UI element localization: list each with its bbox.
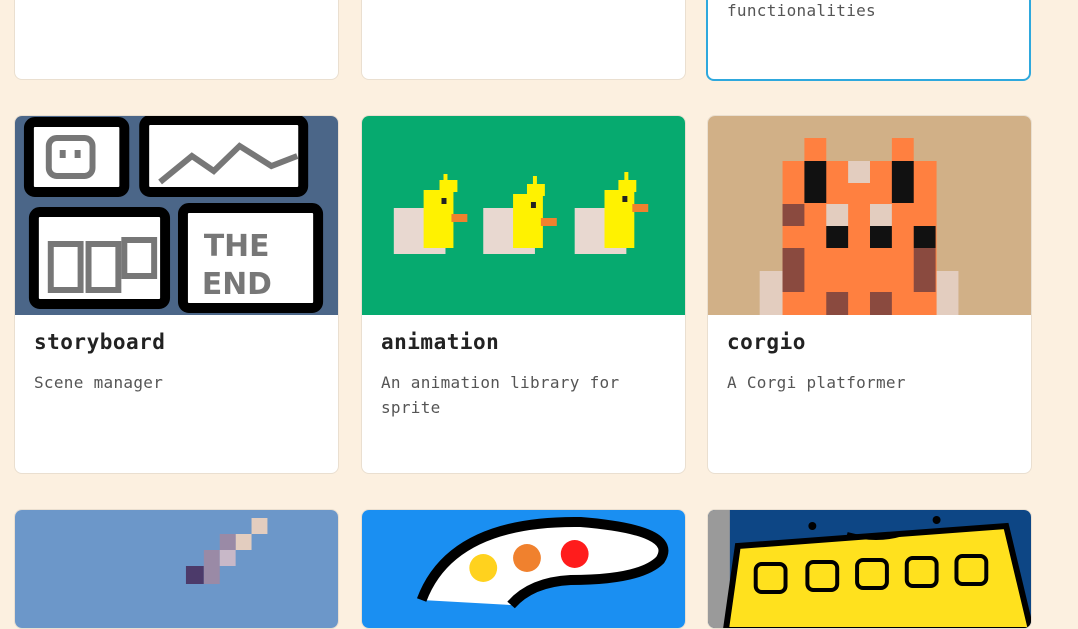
keyboard-thumbnail — [708, 510, 1031, 628]
svg-text:THE: THE — [204, 229, 270, 264]
project-title[interactable]: animation — [381, 330, 499, 354]
project-description: A Corgi platformer — [727, 373, 906, 392]
svg-text:END: END — [202, 267, 272, 302]
project-card-selected[interactable]: functionalities — [706, 0, 1031, 81]
storyboard-thumbnail: THE END — [15, 116, 338, 315]
palette-thumbnail — [362, 510, 685, 628]
project-card[interactable] — [14, 509, 339, 629]
project-card-corgio[interactable]: corgio A Corgi platformer — [707, 115, 1032, 474]
animation-thumbnail — [362, 116, 685, 315]
project-card[interactable] — [361, 0, 686, 80]
project-card-storyboard[interactable]: THE END storyboard Scene manager — [14, 115, 339, 474]
project-title[interactable]: corgio — [727, 330, 806, 354]
project-card[interactable] — [707, 509, 1032, 629]
project-description: Scene manager — [34, 373, 164, 392]
project-description: functionalities — [727, 1, 876, 20]
project-card[interactable] — [14, 0, 339, 80]
project-card-animation[interactable]: animation An animation library for sprit… — [361, 115, 686, 474]
corgio-thumbnail — [708, 116, 1031, 315]
project-card[interactable] — [361, 509, 686, 629]
project-description: An animation library for sprite — [381, 373, 620, 417]
project-title[interactable]: storyboard — [34, 330, 165, 354]
sword-thumbnail — [15, 510, 338, 628]
